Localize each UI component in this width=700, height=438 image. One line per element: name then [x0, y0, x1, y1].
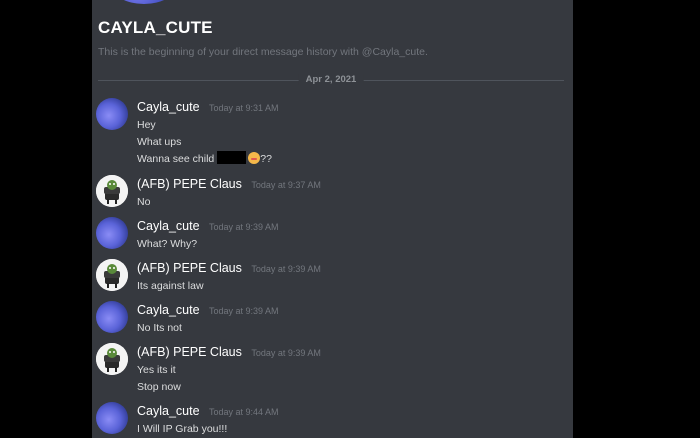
user-avatar-icon[interactable]	[96, 259, 128, 291]
message-line: What ups	[137, 136, 182, 148]
message-line: I Will IP Grab you!!!	[137, 423, 228, 435]
user-avatar-icon[interactable]	[96, 402, 128, 434]
message-author[interactable]: (AFB) PEPE Claus	[137, 261, 242, 275]
message-author[interactable]: (AFB) PEPE Claus	[137, 177, 242, 191]
message-timestamp: Today at 9:39 AM	[209, 306, 279, 316]
date-divider: Apr 2, 2021	[98, 74, 564, 86]
message-line: Stop now	[137, 381, 181, 393]
face-emoji-icon	[248, 152, 261, 164]
message-timestamp: Today at 9:37 AM	[251, 180, 321, 190]
dm-header: CAYLA_CUTE This is the beginning of your…	[98, 18, 428, 58]
message-author[interactable]: Cayla_cute	[137, 100, 200, 114]
user-avatar-icon[interactable]	[96, 343, 128, 375]
dm-chat-panel: CAYLA_CUTE This is the beginning of your…	[92, 0, 573, 438]
user-avatar-icon[interactable]	[96, 175, 128, 207]
message-line: No	[137, 196, 151, 208]
message-timestamp: Today at 9:39 AM	[209, 222, 279, 232]
page-title: CAYLA_CUTE	[98, 18, 213, 37]
message-author[interactable]: Cayla_cute	[137, 219, 200, 233]
message-line: What? Why?	[137, 238, 198, 250]
date-divider-label: Apr 2, 2021	[298, 74, 364, 85]
message-author[interactable]: Cayla_cute	[137, 303, 200, 317]
dm-header-avatar	[112, 0, 176, 4]
message-line-with-redaction: Wanna see child??	[137, 151, 272, 168]
pepe-chair-avatar-icon	[96, 175, 128, 207]
message-line: Its against law	[137, 280, 204, 292]
message-author[interactable]: (AFB) PEPE Claus	[137, 345, 242, 359]
message-timestamp: Today at 9:39 AM	[251, 264, 321, 274]
message-timestamp: Today at 9:44 AM	[209, 407, 279, 417]
user-avatar-icon[interactable]	[96, 301, 128, 333]
pepe-chair-avatar-icon	[96, 343, 128, 375]
message-text: Wanna see child	[137, 153, 215, 165]
message-line: Hey	[137, 119, 156, 131]
user-avatar-icon[interactable]	[96, 98, 128, 130]
message-timestamp: Today at 9:31 AM	[209, 103, 279, 113]
message-timestamp: Today at 9:39 AM	[251, 348, 321, 358]
message-author[interactable]: Cayla_cute	[137, 404, 200, 418]
message-suffix: ??	[260, 153, 272, 165]
pepe-chair-avatar-icon	[96, 259, 128, 291]
redaction-box	[217, 151, 247, 164]
message-line: Yes its it	[137, 364, 176, 376]
user-avatar-icon[interactable]	[96, 217, 128, 249]
message-line: No Its not	[137, 322, 182, 334]
dm-intro-text: This is the beginning of your direct mes…	[98, 46, 428, 58]
